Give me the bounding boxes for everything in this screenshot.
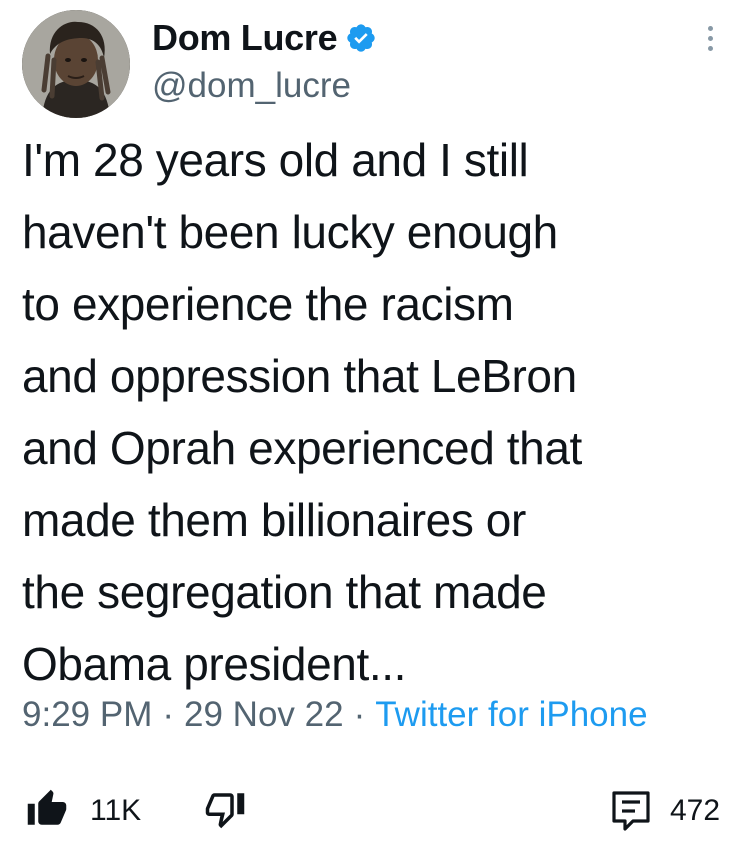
tweet-source-link[interactable]: Twitter for iPhone <box>375 695 647 735</box>
comment-icon[interactable] <box>611 790 651 832</box>
meta-separator: · <box>353 695 366 734</box>
thumbs-down-icon[interactable] <box>204 788 246 830</box>
more-vertical-icon[interactable] <box>704 26 716 56</box>
reaction-bar: 11K 472 <box>0 780 750 840</box>
verified-badge-icon <box>345 22 377 54</box>
like-count: 11K <box>90 794 142 827</box>
name-row: Dom Lucre <box>152 16 377 60</box>
avatar-image <box>22 10 130 118</box>
comment-count: 472 <box>670 794 721 827</box>
tweet-text: I'm 28 years old and I still haven't bee… <box>22 134 582 690</box>
thumbs-up-icon[interactable] <box>26 788 68 830</box>
tweet-time[interactable]: 9:29 PM <box>22 695 152 735</box>
meta-separator: · <box>162 695 175 734</box>
tweet-meta: 9:29 PM · 29 Nov 22 · Twitter for iPhone <box>22 690 648 740</box>
handle[interactable]: @dom_lucre <box>152 66 351 106</box>
tweet-date[interactable]: 29 Nov 22 <box>184 695 344 735</box>
avatar[interactable] <box>22 10 130 118</box>
display-name[interactable]: Dom Lucre <box>152 17 338 59</box>
